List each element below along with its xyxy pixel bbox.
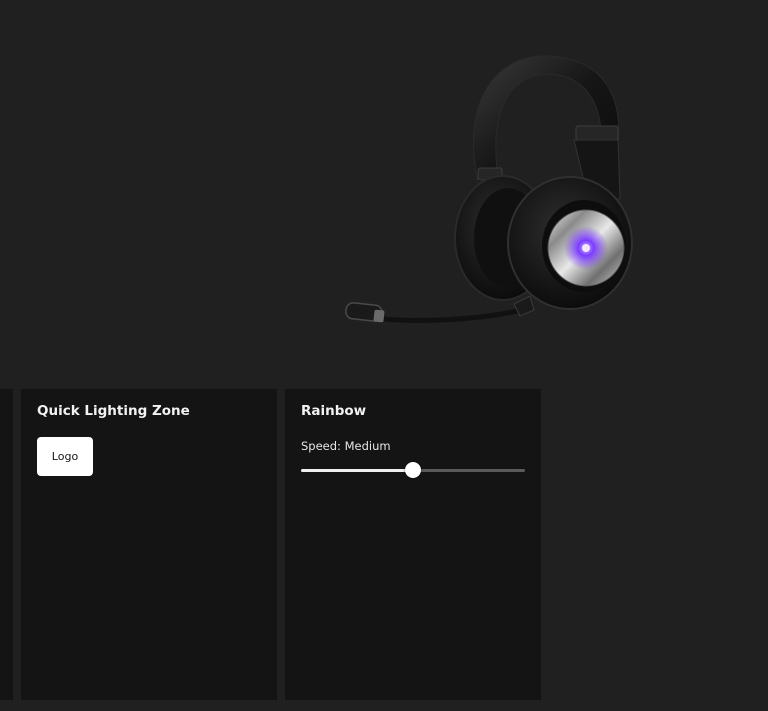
speed-slider-fill <box>301 469 413 472</box>
device-preview <box>0 0 768 380</box>
rainbow-effect-panel: Rainbow Speed: Medium <box>285 389 541 700</box>
logo-zone-button[interactable]: Logo <box>37 437 93 476</box>
zone-panel-title: Quick Lighting Zone <box>37 403 190 419</box>
lighting-settings-screen: Quick Lighting Zone Logo Rainbow Speed: … <box>0 0 768 711</box>
previous-panel-edge <box>0 389 13 700</box>
speed-slider-thumb[interactable] <box>405 462 421 478</box>
speed-label: Speed: Medium <box>301 439 391 453</box>
effect-panel-title: Rainbow <box>301 403 367 419</box>
quick-lighting-zone-panel: Quick Lighting Zone Logo <box>21 389 277 700</box>
headset-icon <box>345 55 633 323</box>
speed-slider[interactable] <box>301 462 525 478</box>
